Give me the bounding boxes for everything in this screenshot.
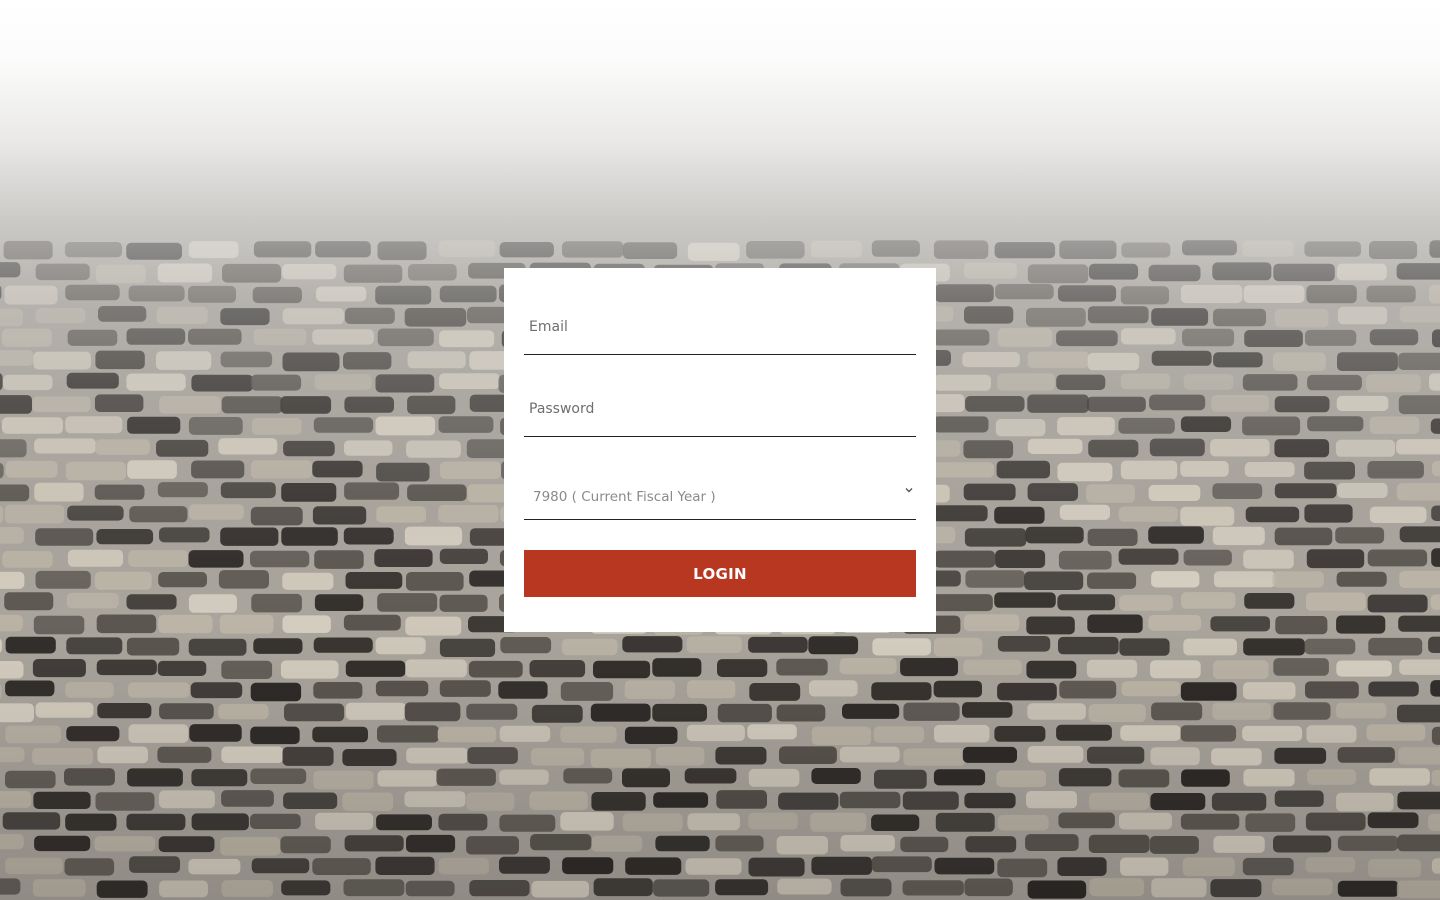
fiscal-year-selected-value: 7980 ( Current Fiscal Year ) <box>533 489 716 505</box>
password-field[interactable] <box>524 382 916 437</box>
login-button[interactable]: LOGIN <box>524 550 916 597</box>
fiscal-year-select[interactable]: 7980 ( Current Fiscal Year ) <box>524 464 916 520</box>
login-card: 7980 ( Current Fiscal Year ) LOGIN <box>504 268 936 632</box>
email-field[interactable] <box>524 300 916 355</box>
chevron-down-icon <box>905 488 913 493</box>
